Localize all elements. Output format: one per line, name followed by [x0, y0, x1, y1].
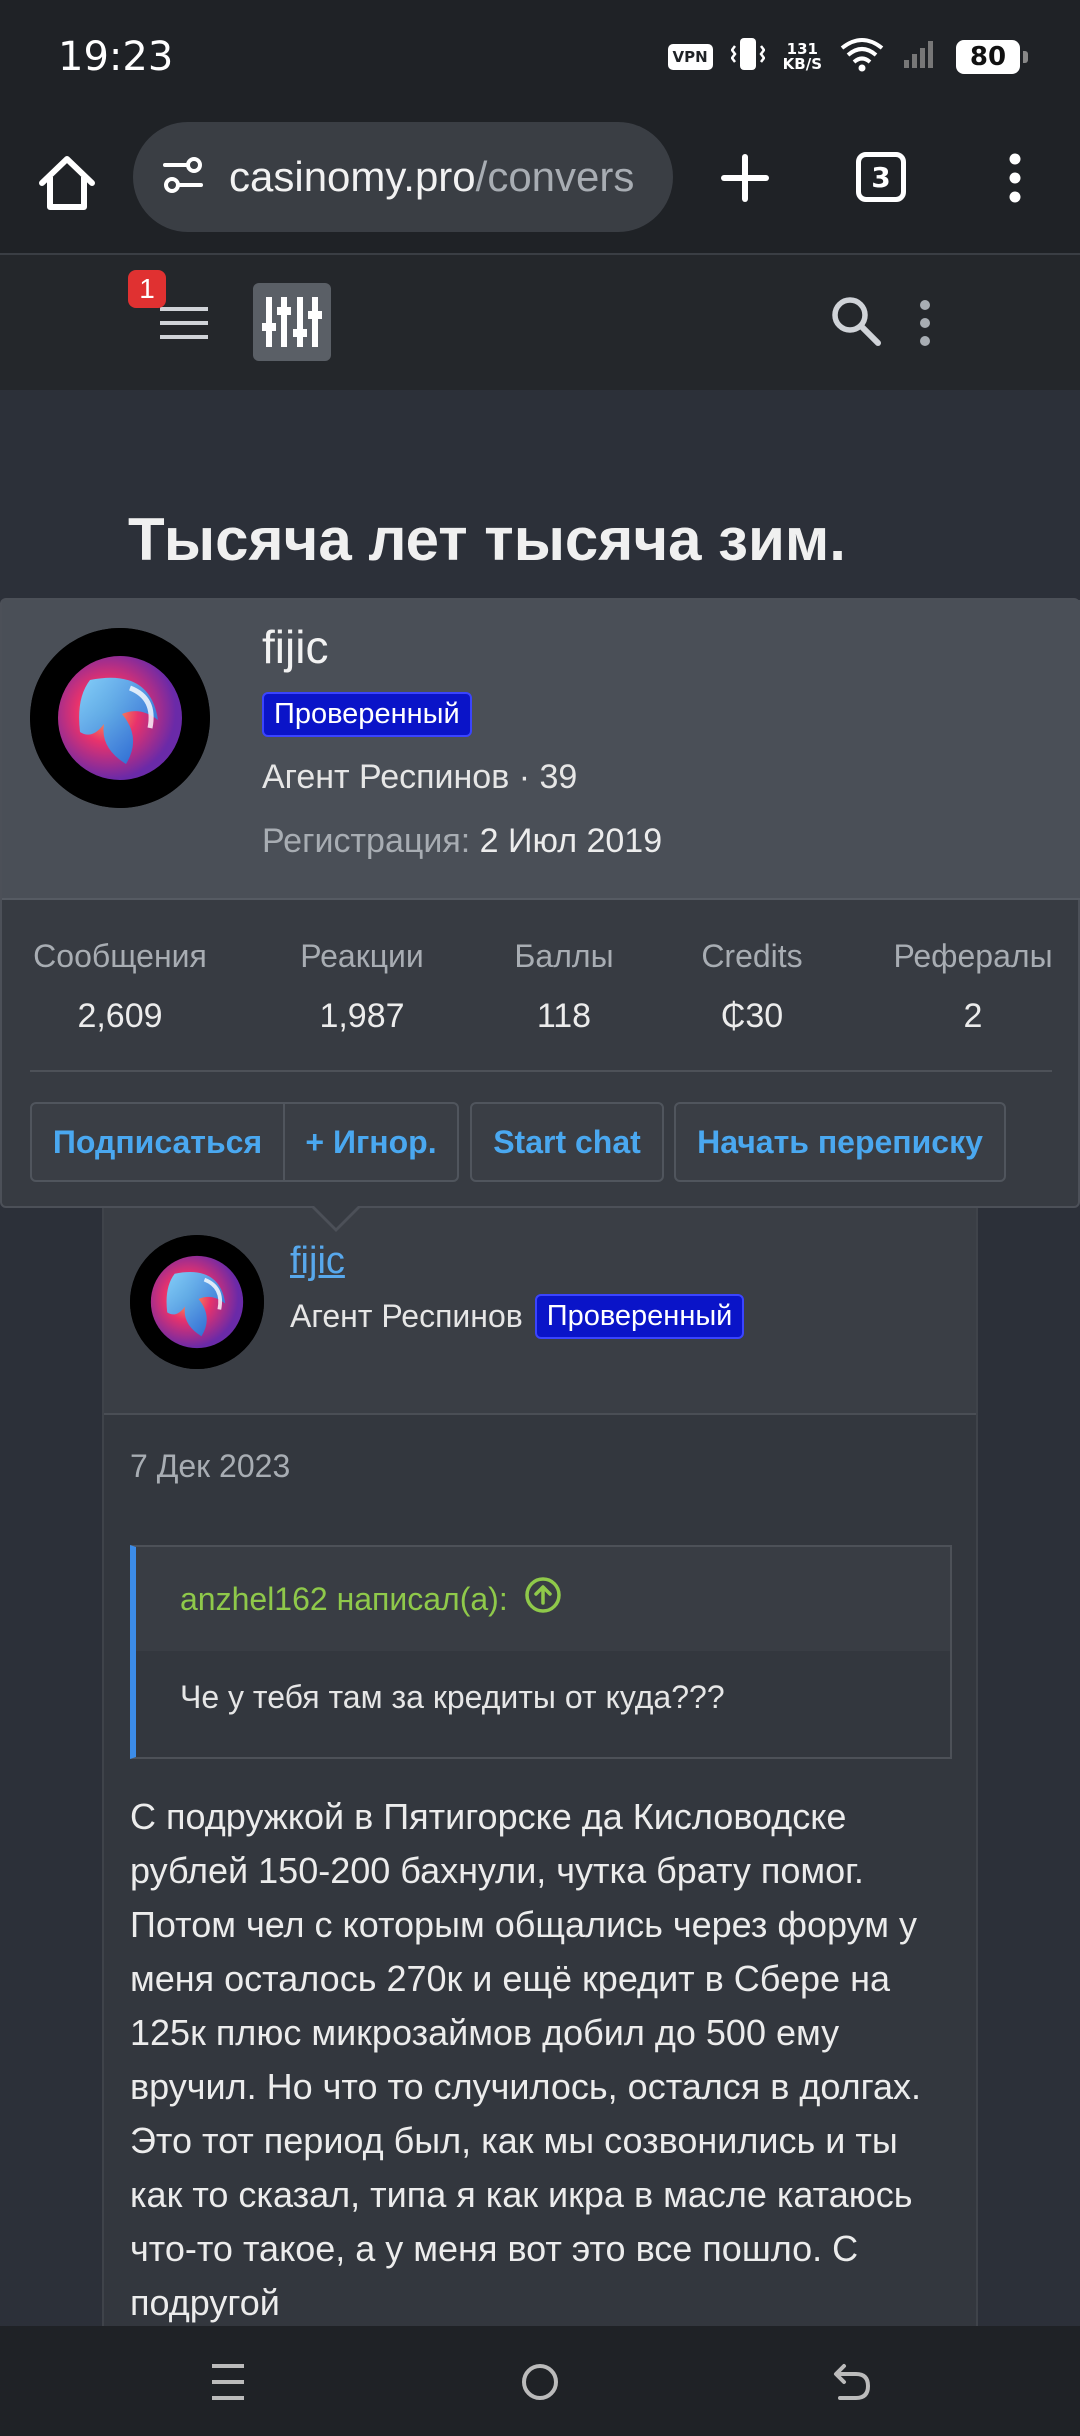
profile-registration: Регистрация: 2 Июл 2019 — [262, 822, 662, 861]
url-text: casinomy.pro/convers — [229, 153, 634, 201]
quote-text: Че у тебя там за кредиты от куда??? — [180, 1679, 725, 1715]
home-circle-icon[interactable] — [510, 2356, 570, 2408]
stat-label: Сообщения — [33, 938, 207, 974]
site-settings-icon[interactable] — [161, 153, 205, 202]
recent-apps-icon[interactable] — [198, 2356, 258, 2408]
url-path: /convers — [475, 153, 635, 200]
stat-value: 1,987 — [319, 997, 405, 1035]
url-host: casinomy.pro — [229, 153, 476, 200]
stat-messages[interactable]: Сообщения 2,609 — [30, 938, 210, 1036]
net-speed: 131 KB/S — [782, 41, 822, 73]
post-user-title: Агент Респинов — [290, 1298, 523, 1334]
profile-user-title: Агент Респинов · 39 — [262, 758, 578, 796]
arrow-up-circle-icon[interactable] — [524, 1576, 562, 1622]
stat-label: Рефералы — [893, 938, 1053, 974]
vpn-icon: VPN — [667, 43, 713, 70]
stat-value: 2 — [963, 997, 983, 1035]
wifi-icon — [840, 36, 884, 77]
more-vertical-icon[interactable] — [1000, 143, 1030, 213]
browser-toolbar: casinomy.pro/convers 3 — [0, 115, 1080, 255]
stat-value: 2,609 — [77, 997, 163, 1035]
tune-icon[interactable] — [253, 283, 331, 361]
status-icons: VPN 131 KB/S 80 — [667, 36, 1028, 77]
site-header: 1 — [0, 255, 1080, 390]
tab-switcher-button[interactable]: 3 — [856, 152, 906, 202]
profile-stats: Сообщения 2,609 Реакции 1,987 Баллы 118 … — [2, 900, 1080, 1070]
notification-badge: 1 — [128, 270, 166, 308]
follow-button[interactable]: Подписаться — [30, 1102, 285, 1182]
quote-block: anzhel162 написал(а): Че у тебя там за к… — [130, 1545, 952, 1759]
quote-header[interactable]: anzhel162 написал(а): — [136, 1547, 950, 1651]
new-tab-plus-icon[interactable] — [710, 143, 780, 213]
ignore-button[interactable]: + Игнор. — [283, 1102, 459, 1182]
start-chat-button[interactable]: Start chat — [470, 1102, 664, 1182]
stat-value: 118 — [536, 997, 592, 1035]
net-speed-unit: KB/S — [782, 54, 822, 73]
post-header: fijic Агент Респинов Проверенный — [104, 1190, 976, 1415]
profile-popup: fijic Проверенный Агент Респинов · 39 Ре… — [0, 598, 1080, 1208]
registration-date: 2 Июл 2019 — [479, 822, 663, 860]
home-icon[interactable] — [32, 149, 102, 219]
stat-credits[interactable]: Credits ₵30 — [692, 938, 812, 1036]
start-conversation-button[interactable]: Начать переписку — [674, 1102, 1006, 1182]
system-nav-bar — [0, 2326, 1080, 2436]
signal-icon — [902, 38, 938, 75]
stat-value: ₵30 — [720, 997, 784, 1035]
post-username-link[interactable]: fijic — [290, 1240, 345, 1283]
avatar[interactable] — [130, 1235, 264, 1369]
post-body: С подружкой в Пятигорске да Кисловодске … — [130, 1796, 922, 2323]
status-time: 19:23 — [58, 34, 174, 80]
quote-author[interactable]: anzhel162 написал(а): — [180, 1581, 508, 1618]
post: fijic Агент Респинов Проверенный 7 Дек 2… — [102, 1190, 978, 2360]
hamburger-icon[interactable] — [158, 303, 210, 343]
battery-icon: 80 — [956, 39, 1028, 74]
popup-arrow-fill — [312, 1204, 360, 1228]
avatar[interactable] — [30, 628, 210, 808]
back-icon[interactable] — [822, 2356, 882, 2408]
profile-popup-header: fijic Проверенный Агент Респинов · 39 Ре… — [2, 600, 1080, 900]
vibrate-icon — [730, 36, 766, 77]
profile-actions: Подписаться + Игнор. Start chat Начать п… — [2, 1102, 1080, 1182]
verified-badge: Проверенный — [534, 1294, 745, 1339]
stat-referrals[interactable]: Рефералы 2 — [888, 938, 1058, 1036]
stat-points[interactable]: Баллы 118 — [504, 938, 624, 1036]
stat-label: Credits — [701, 938, 803, 974]
status-bar: 19:23 VPN 131 KB/S 80 — [0, 0, 1080, 115]
url-bar[interactable]: casinomy.pro/convers — [133, 122, 673, 232]
page-title: Тысяча лет тысяча зим. — [128, 506, 846, 573]
stat-reactions[interactable]: Реакции 1,987 — [292, 938, 432, 1036]
registration-label: Регистрация: — [262, 822, 471, 860]
stat-label: Реакции — [300, 938, 424, 974]
stat-label: Баллы — [514, 938, 614, 974]
search-icon[interactable] — [828, 293, 884, 349]
verified-badge: Проверенный — [262, 692, 472, 737]
more-vertical-icon[interactable] — [910, 293, 940, 353]
divider — [30, 1070, 1052, 1072]
profile-username[interactable]: fijic — [262, 620, 328, 674]
post-user-info: Агент Респинов Проверенный — [290, 1294, 745, 1339]
post-date[interactable]: 7 Дек 2023 — [130, 1448, 290, 1485]
